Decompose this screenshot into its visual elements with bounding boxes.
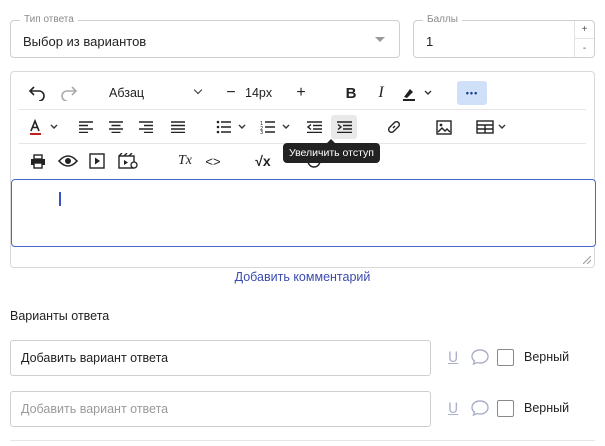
chevron-down-icon[interactable] <box>375 37 385 42</box>
points-value[interactable]: 1 <box>426 34 433 49</box>
table-icon <box>476 120 506 134</box>
underline-icon[interactable]: U <box>448 350 458 366</box>
font-size-value[interactable]: 14px <box>245 81 285 105</box>
points-stepper[interactable]: + - <box>574 21 594 57</box>
comment-icon[interactable] <box>471 349 489 365</box>
indent-button[interactable] <box>331 115 357 139</box>
more-button[interactable]: ••• <box>457 81 487 105</box>
block-format-select[interactable]: Абзац <box>109 81 219 105</box>
outdent-button[interactable] <box>303 115 325 139</box>
preview-button[interactable] <box>55 149 81 173</box>
svg-text:3: 3 <box>260 130 263 134</box>
highlight-button[interactable] <box>397 81 437 105</box>
media-button[interactable] <box>85 149 109 173</box>
rich-text-editor: Абзац − 14px + B I ••• 1 2 3 Tx <> √x <box>10 71 596 268</box>
block-format-value: Абзац <box>109 86 145 100</box>
decrease-font-button[interactable]: − <box>221 81 241 105</box>
align-center-button[interactable] <box>105 115 127 139</box>
code-button[interactable]: <> <box>201 149 225 173</box>
answer-option-input[interactable]: Добавить вариант ответа <box>10 391 431 427</box>
formula-button[interactable]: √x <box>249 149 277 173</box>
undo-icon <box>28 86 45 101</box>
resize-handle-icon[interactable] <box>583 256 591 264</box>
points-legend: Баллы <box>423 14 462 26</box>
text-cursor <box>59 192 61 206</box>
table-button[interactable] <box>475 115 511 139</box>
chevron-down-icon <box>193 85 203 95</box>
text-color-icon <box>30 119 58 135</box>
toolbar-row-1: Абзац − 14px + B I ••• <box>19 76 586 109</box>
align-left-button[interactable] <box>75 115 97 139</box>
decrement-button[interactable]: - <box>575 39 594 57</box>
align-justify-icon <box>171 121 185 133</box>
redo-icon <box>61 86 78 101</box>
answer-row: Добавить вариант ответа U Верный <box>10 340 595 376</box>
toolbar-row-2: 123 <box>19 110 586 143</box>
eye-icon <box>58 155 78 167</box>
link-icon <box>387 120 401 134</box>
answer-type-value: Выбор из вариантов <box>23 34 147 49</box>
numbered-list-icon: 123 <box>260 121 290 134</box>
align-center-icon <box>109 121 123 133</box>
correct-checkbox[interactable] <box>497 400 514 417</box>
print-icon <box>31 153 45 169</box>
print-button[interactable] <box>27 149 49 173</box>
align-right-icon <box>139 121 153 133</box>
indent-tooltip: Увеличить отступ <box>283 139 380 163</box>
video-icon <box>89 153 105 169</box>
align-left-icon <box>79 121 93 133</box>
align-right-button[interactable] <box>135 115 157 139</box>
divider <box>10 440 595 441</box>
italic-button[interactable]: I <box>369 81 393 105</box>
add-comment-link[interactable]: Добавить комментарий <box>0 270 605 284</box>
answer-type-legend: Тип ответа <box>20 14 78 26</box>
clear-format-button[interactable]: Tx <box>173 149 197 173</box>
image-button[interactable] <box>433 115 455 139</box>
increment-button[interactable]: + <box>575 21 594 39</box>
points-field[interactable]: Баллы 1 + - <box>413 14 595 58</box>
image-icon <box>436 119 452 135</box>
answer-row: Добавить вариант ответа U Верный <box>10 391 595 427</box>
numbered-list-button[interactable]: 123 <box>259 115 295 139</box>
bold-button[interactable]: B <box>339 81 363 105</box>
underline-icon[interactable]: U <box>448 401 458 417</box>
answer-type-select[interactable]: Тип ответа Выбор из вариантов <box>10 14 400 58</box>
bullet-list-icon <box>216 120 246 134</box>
align-justify-button[interactable] <box>167 115 189 139</box>
indent-icon <box>336 121 352 133</box>
redo-button[interactable] <box>57 81 81 105</box>
outdent-icon <box>306 121 322 133</box>
comment-icon[interactable] <box>471 400 489 416</box>
highlight-icon <box>403 89 432 101</box>
answers-section-title: Варианты ответа <box>10 309 110 323</box>
video-settings-icon <box>118 153 138 169</box>
correct-label: Верный <box>524 401 570 415</box>
correct-checkbox[interactable] <box>497 349 514 366</box>
increase-font-button[interactable]: + <box>291 81 311 105</box>
bullet-list-button[interactable] <box>215 115 251 139</box>
answer-option-input[interactable]: Добавить вариант ответа <box>10 340 431 376</box>
link-button[interactable] <box>383 115 405 139</box>
correct-label: Верный <box>524 350 570 364</box>
add-comment-label[interactable]: Добавить комментарий <box>235 270 371 284</box>
text-color-button[interactable] <box>27 115 63 139</box>
undo-button[interactable] <box>25 81 49 105</box>
editor-content-area[interactable] <box>11 179 596 247</box>
embed-video-button[interactable] <box>115 149 141 173</box>
